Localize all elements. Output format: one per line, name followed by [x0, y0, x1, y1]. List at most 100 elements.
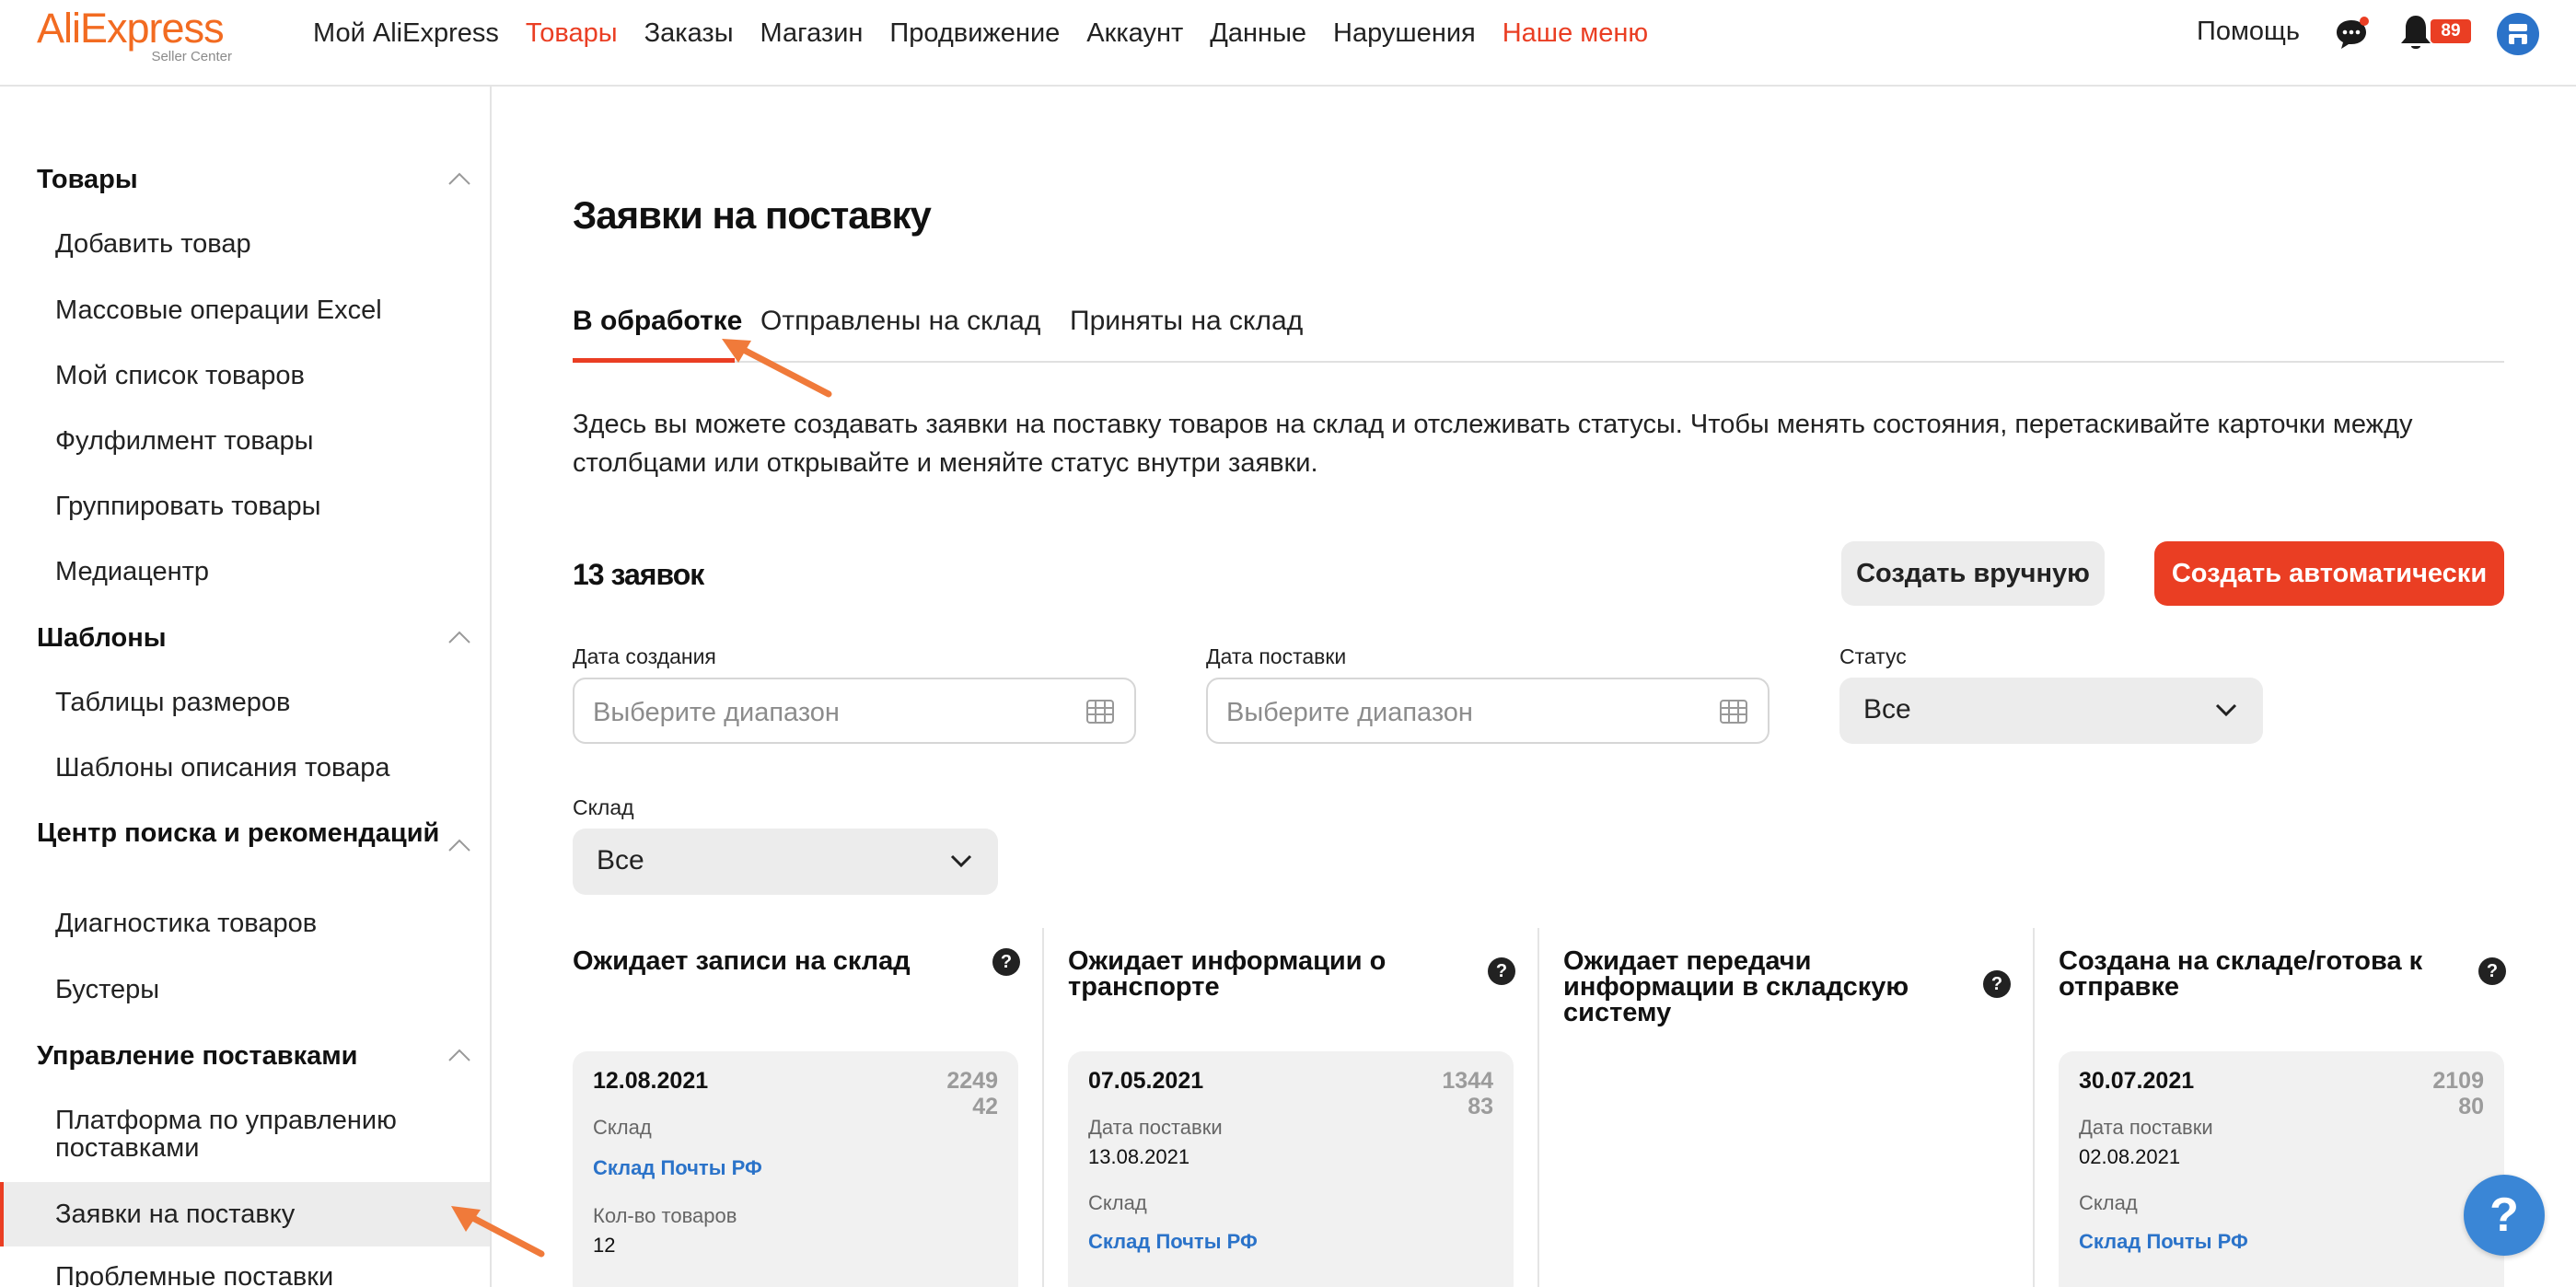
chevron-up-icon[interactable]: [447, 171, 471, 186]
card-field-label: Склад: [593, 1116, 652, 1139]
nav-products[interactable]: Товары: [526, 18, 618, 49]
question-icon[interactable]: ?: [992, 948, 1020, 976]
top-header: AliExpress Seller Center Мой AliExpress …: [0, 0, 2576, 87]
card-date: 07.05.2021: [1088, 1068, 1204, 1094]
card-id: 1344 83: [1442, 1068, 1493, 1119]
card-id: 2249 42: [946, 1068, 998, 1119]
card-field-label: Дата поставки: [1088, 1116, 1223, 1139]
sidebar-item-media-center[interactable]: Медиацентр: [55, 558, 451, 586]
supply-card[interactable]: 12.08.2021 2249 42 Склад Склад Почты РФ К…: [573, 1051, 1018, 1287]
calendar-icon[interactable]: [1086, 700, 1114, 724]
annotation-arrow-icon: [722, 339, 832, 398]
sidebar-item-diagnostics[interactable]: Диагностика товаров: [55, 910, 451, 937]
create-automatically-button[interactable]: Создать автоматически: [2154, 541, 2504, 606]
status-select[interactable]: Все: [1839, 678, 2263, 744]
sidebar-item-description-templates[interactable]: Шаблоны описания товара: [55, 754, 451, 782]
column-title-awaiting-booking: Ожидает записи на склад: [573, 946, 911, 976]
chevron-down-icon: [950, 854, 972, 868]
card-field-label: Склад: [2079, 1191, 2138, 1214]
column-title-awaiting-transport: Ожидает информации о транспорте: [1068, 946, 1387, 1002]
card-field-label: Склад: [1088, 1191, 1147, 1214]
page-title: Заявки на поставку: [573, 193, 932, 237]
card-warehouse-link[interactable]: Склад Почты РФ: [593, 1156, 762, 1180]
sidebar-item-group-products[interactable]: Группировать товары: [55, 493, 451, 520]
card-date: 12.08.2021: [593, 1068, 709, 1094]
nav-account[interactable]: Аккаунт: [1086, 18, 1183, 49]
sidebar-item-fulfillment[interactable]: Фулфилмент товары: [55, 427, 451, 455]
sidebar-item-my-products[interactable]: Мой список товаров: [55, 362, 451, 389]
chevron-up-icon[interactable]: [447, 630, 471, 644]
requests-count: 13 заявок: [573, 558, 704, 591]
sidebar: Товары Добавить товар Массовые операции …: [0, 87, 492, 1287]
sidebar-item-add-product[interactable]: Добавить товар: [55, 230, 451, 258]
nav-our-menu[interactable]: Наше меню: [1503, 18, 1648, 49]
question-icon[interactable]: ?: [2478, 957, 2506, 985]
card-date: 30.07.2021: [2079, 1068, 2195, 1094]
delivery-date-input[interactable]: Выберите диапазон: [1206, 678, 1770, 744]
active-tab-indicator: [573, 358, 735, 363]
tab-in-progress[interactable]: В обработке: [573, 306, 742, 337]
column-divider: [2033, 928, 2035, 1287]
delivery-date-placeholder: Выберите диапазон: [1226, 698, 1473, 727]
user-avatar[interactable]: [2497, 13, 2539, 55]
question-icon[interactable]: ?: [1488, 957, 1515, 985]
help-link[interactable]: Помощь: [2197, 17, 2300, 47]
nav-store[interactable]: Магазин: [760, 18, 864, 49]
column-title-created-ready: Создана на складе/готова к отправке: [2059, 946, 2423, 1002]
sidebar-group-search-center[interactable]: Центр поиска и рекомендаций: [37, 819, 442, 847]
column-divider: [1537, 928, 1539, 1287]
card-warehouse-link[interactable]: Склад Почты РФ: [1088, 1230, 1258, 1254]
page-description: Здесь вы можете создавать заявки на пост…: [573, 410, 2413, 478]
nav-violations[interactable]: Нарушения: [1333, 18, 1476, 49]
created-date-input[interactable]: Выберите диапазон: [573, 678, 1136, 744]
annotation-arrow-icon: [451, 1206, 545, 1258]
sidebar-item-problem-supplies[interactable]: Проблемные поставки: [55, 1263, 451, 1287]
nav-promotion[interactable]: Продвижение: [889, 18, 1060, 49]
chevron-up-icon[interactable]: [447, 838, 471, 852]
sidebar-group-products[interactable]: Товары: [37, 166, 442, 193]
chevron-down-icon: [2215, 703, 2237, 717]
sidebar-group-templates[interactable]: Шаблоны: [37, 624, 442, 652]
nav-data[interactable]: Данные: [1210, 18, 1306, 49]
nav-my-aliexpress[interactable]: Мой AliExpress: [313, 18, 499, 49]
sidebar-item-supply-platform[interactable]: Платформа по управлению поставками: [55, 1107, 451, 1162]
store-icon: [2509, 24, 2527, 44]
created-date-label: Дата создания: [573, 644, 716, 668]
chat-icon[interactable]: [2333, 16, 2370, 52]
sidebar-item-size-tables[interactable]: Таблицы размеров: [55, 689, 451, 716]
calendar-icon[interactable]: [1720, 700, 1747, 724]
logo-subtitle: Seller Center: [151, 49, 232, 64]
delivery-date-label: Дата поставки: [1206, 644, 1347, 668]
aliexpress-logo[interactable]: AliExpress Seller Center: [37, 5, 239, 64]
bell-icon[interactable]: [2397, 13, 2434, 53]
card-field-value: 13.08.2021: [1088, 1145, 1190, 1168]
sidebar-item-supply-requests[interactable]: Заявки на поставку: [55, 1200, 451, 1228]
warehouse-label: Склад: [573, 795, 634, 819]
warehouse-select[interactable]: Все: [573, 829, 998, 895]
supply-card[interactable]: 30.07.2021 2109 80 Дата поставки 02.08.20…: [2059, 1051, 2504, 1287]
card-field-value: 12: [593, 1234, 616, 1257]
warehouse-select-value: Все: [597, 845, 644, 875]
column-divider: [1042, 928, 1044, 1287]
sidebar-group-supply-management[interactable]: Управление поставками: [37, 1042, 442, 1070]
question-icon[interactable]: ?: [1983, 970, 2011, 998]
logo-text: AliExpress: [37, 5, 225, 52]
notification-badge: 89: [2431, 19, 2471, 43]
tab-bar: В обработке Отправлены на склад Приняты …: [573, 302, 2504, 363]
nav-orders[interactable]: Заказы: [644, 18, 734, 49]
main-nav: Мой AliExpress Товары Заказы Магазин Про…: [313, 0, 1675, 66]
card-field-value: 02.08.2021: [2079, 1145, 2181, 1168]
created-date-placeholder: Выберите диапазон: [593, 698, 840, 727]
create-manually-button[interactable]: Создать вручную: [1841, 541, 2105, 606]
sidebar-item-boosters[interactable]: Бустеры: [55, 976, 451, 1003]
supply-card[interactable]: 07.05.2021 1344 83 Дата поставки 13.08.20…: [1068, 1051, 1514, 1287]
card-id: 2109 80: [2432, 1068, 2484, 1119]
column-title-awaiting-transfer: Ожидает передачи информации в складскую …: [1563, 946, 1909, 1027]
card-field-label: Дата поставки: [2079, 1116, 2213, 1139]
tab-accepted-at-warehouse[interactable]: Приняты на склад: [1070, 306, 1303, 337]
help-fab-button[interactable]: ?: [2464, 1175, 2545, 1256]
status-label: Статус: [1839, 644, 1907, 668]
chevron-up-icon[interactable]: [447, 1048, 471, 1062]
card-warehouse-link[interactable]: Склад Почты РФ: [2079, 1230, 2248, 1254]
sidebar-item-excel-bulk[interactable]: Массовые операции Excel: [55, 296, 451, 324]
